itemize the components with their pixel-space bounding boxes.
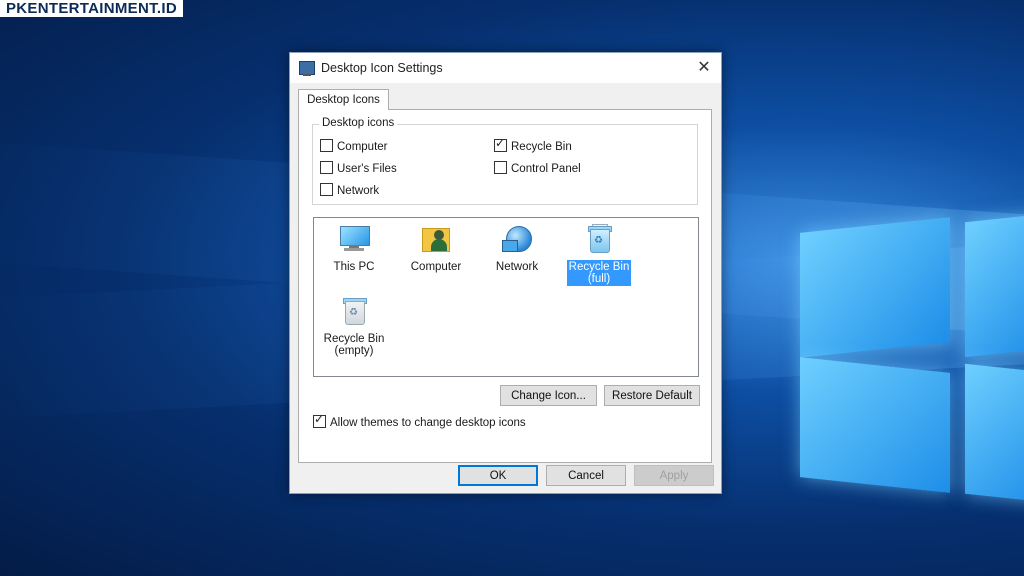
checkbox-computer[interactable]: Computer (320, 139, 388, 154)
this-pc-icon (337, 224, 371, 254)
monitor-icon (299, 61, 315, 76)
icon-label: Recycle Bin (empty) (323, 333, 385, 357)
group-label: Desktop icons (319, 117, 398, 129)
restore-default-button[interactable]: Restore Default (604, 385, 700, 406)
checkbox-allow-themes[interactable]: Allow themes to change desktop icons (313, 413, 526, 430)
checkbox-label: Recycle Bin (511, 141, 572, 153)
checkbox-control-panel[interactable]: Control Panel (494, 161, 581, 176)
checkbox-label: Control Panel (511, 163, 581, 175)
checkbox-label: Computer (337, 141, 388, 153)
tab-panel: Desktop icons Computer Recycle Bin User'… (298, 109, 712, 463)
icon-list[interactable]: This PC Computer Network ♻ Recycle Bin (f… (313, 217, 699, 377)
checkbox-box[interactable] (320, 161, 333, 174)
icon-item-computer[interactable]: Computer (400, 224, 472, 274)
checkbox-box[interactable] (494, 161, 507, 174)
icon-item-recycle-bin-full[interactable]: ♻ Recycle Bin (full) (563, 224, 635, 286)
checkbox-label: Network (337, 185, 380, 197)
icon-label: This PC (333, 261, 375, 273)
checkbox-box[interactable] (313, 413, 326, 428)
checkbox-users-files[interactable]: User's Files (320, 161, 397, 176)
dialog-title: Desktop Icon Settings (321, 61, 443, 75)
checkbox-label: Allow themes to change desktop icons (330, 417, 526, 429)
change-icon-button[interactable]: Change Icon... (500, 385, 597, 406)
checkbox-recycle-bin[interactable]: Recycle Bin (494, 137, 572, 154)
checkbox-box[interactable] (494, 137, 507, 152)
cancel-button[interactable]: Cancel (546, 465, 626, 486)
checkbox-network[interactable]: Network (320, 183, 379, 198)
desktop-icon-settings-dialog: Desktop Icon Settings ✕ Desktop Icons De… (289, 52, 722, 494)
recycle-bin-full-icon: ♻ (582, 224, 616, 254)
checkbox-box[interactable] (320, 139, 333, 152)
icon-label: Network (495, 261, 539, 273)
icon-item-this-pc[interactable]: This PC (318, 224, 390, 274)
close-icon: ✕ (697, 59, 711, 76)
icon-item-network[interactable]: Network (481, 224, 553, 274)
icon-label: Computer (410, 261, 462, 273)
icon-item-recycle-bin-empty[interactable]: ♻ Recycle Bin (empty) (318, 296, 390, 358)
apply-button[interactable]: Apply (634, 465, 714, 486)
ok-button[interactable]: OK (458, 465, 538, 486)
user-folder-icon (419, 224, 453, 254)
desktop-icons-group: Desktop icons Computer Recycle Bin User'… (312, 117, 698, 205)
icon-label: Recycle Bin (full) (566, 260, 632, 286)
recycle-bin-empty-icon: ♻ (337, 296, 371, 326)
checkbox-label: User's Files (337, 163, 397, 175)
checkbox-box[interactable] (320, 183, 333, 196)
tab-desktop-icons[interactable]: Desktop Icons (298, 89, 389, 110)
title-bar[interactable]: Desktop Icon Settings ✕ (290, 53, 721, 83)
watermark: PKENTERTAINMENT.ID (0, 0, 183, 17)
network-icon (500, 224, 534, 254)
close-button[interactable]: ✕ (693, 57, 715, 79)
